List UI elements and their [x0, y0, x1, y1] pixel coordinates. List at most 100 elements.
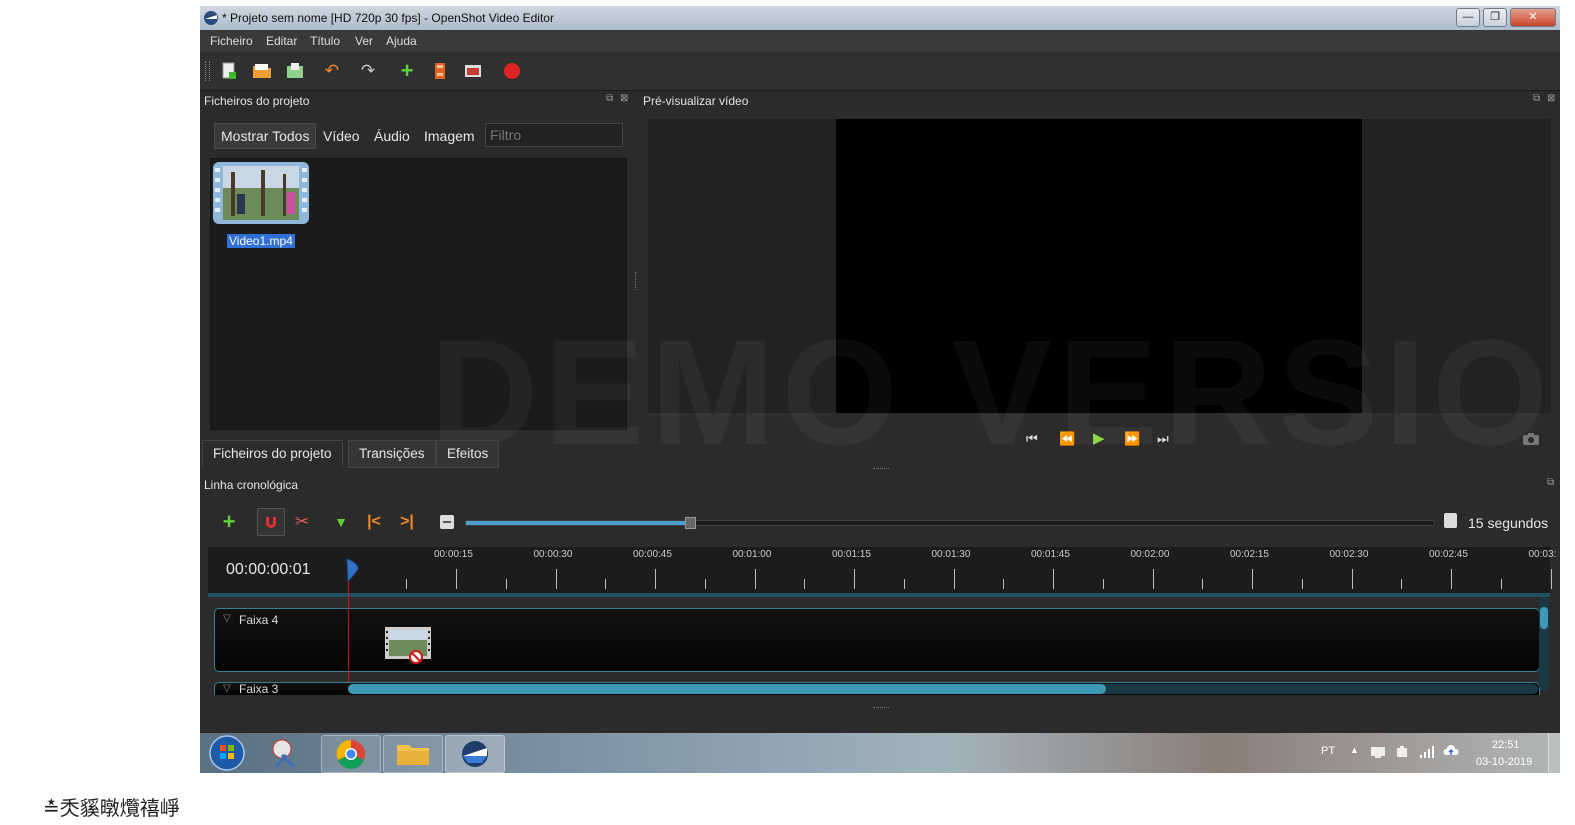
- power-icon[interactable]: [1395, 745, 1409, 759]
- magnet-icon: [266, 517, 276, 528]
- new-project-icon[interactable]: [218, 60, 240, 82]
- tab-project-files[interactable]: Ficheiros do projeto: [202, 440, 343, 468]
- choose-profile-icon[interactable]: [429, 60, 451, 82]
- razor-icon[interactable]: ✂: [291, 511, 313, 533]
- file-thumbnail[interactable]: [213, 162, 309, 224]
- export-video-icon[interactable]: [501, 60, 523, 82]
- dock-resize-handle[interactable]: [873, 468, 889, 471]
- preview-float-icon[interactable]: ⧉: [1533, 93, 1540, 104]
- rewind-icon[interactable]: ⏪: [1059, 431, 1075, 447]
- import-files-icon[interactable]: +: [396, 60, 418, 82]
- track-name: Faixa 4: [239, 613, 279, 627]
- onedrive-cloud-icon[interactable]: [1443, 744, 1459, 758]
- preview-header: Pré-visualizar vídeo: [643, 94, 749, 108]
- menu-ajuda[interactable]: Ajuda: [386, 34, 417, 48]
- start-button[interactable]: [208, 734, 246, 772]
- language-indicator[interactable]: PT: [1321, 745, 1335, 757]
- toolbar-grip[interactable]: [205, 61, 210, 81]
- action-center-icon[interactable]: [1370, 745, 1386, 759]
- ruler-minor-tick: [1202, 579, 1204, 589]
- ruler-major-tick: [555, 569, 557, 589]
- chrome-icon: [336, 739, 365, 769]
- menu-ficheiro[interactable]: Ficheiro: [210, 34, 253, 48]
- explorer-taskbar-button[interactable]: [383, 735, 443, 773]
- add-track-icon[interactable]: +: [218, 511, 240, 533]
- snap-toggle-button[interactable]: [257, 508, 285, 536]
- jump-start-icon[interactable]: ⏮: [1026, 431, 1038, 447]
- ruler-label: 00:00:45: [633, 549, 672, 560]
- play-icon[interactable]: ▶: [1093, 429, 1105, 447]
- zoom-slider-fill: [466, 521, 689, 525]
- timeline-vscrollbar[interactable]: [1539, 597, 1549, 691]
- vscrollbar-thumb[interactable]: [1540, 607, 1548, 629]
- openshot-window: * Projeto sem nome [HD 720p 30 fps] - Op…: [200, 6, 1560, 773]
- ruler-minor-tick: [1401, 579, 1403, 589]
- ruler-bottom-bar: [208, 593, 1550, 597]
- track-collapse-icon[interactable]: ▽: [223, 683, 231, 694]
- ruler-minor-tick: [505, 579, 507, 589]
- jump-end-icon[interactable]: ⏭: [1157, 431, 1169, 447]
- undo-icon[interactable]: ↶: [321, 60, 343, 82]
- zoom-in-icon[interactable]: [1444, 513, 1457, 528]
- ruler-major-tick: [456, 569, 457, 589]
- menu-ver[interactable]: Ver: [355, 34, 373, 48]
- ruler-label: 00:01:45: [1031, 549, 1070, 560]
- zoom-level-label: 15 segundos: [1468, 515, 1549, 531]
- filter-video[interactable]: Vídeo: [323, 128, 360, 144]
- filter-show-all[interactable]: Mostrar Todos: [214, 123, 317, 149]
- tab-effects[interactable]: Efeitos: [436, 440, 500, 468]
- project-files-close-icon[interactable]: ⊠: [620, 93, 628, 104]
- fullscreen-icon[interactable]: [462, 60, 484, 82]
- windows-taskbar: PT ▲ 22:51 03-10-2019: [200, 733, 1561, 773]
- hscrollbar-thumb[interactable]: [348, 684, 1106, 694]
- playhead-handle[interactable]: [346, 557, 360, 583]
- save-project-icon[interactable]: [284, 60, 306, 82]
- show-hidden-icons-icon[interactable]: ▲: [1350, 745, 1359, 755]
- zoom-out-icon[interactable]: [436, 511, 458, 533]
- redo-icon[interactable]: ↷: [357, 60, 379, 82]
- timeline-float-icon[interactable]: ⧉: [1547, 477, 1554, 488]
- zoom-slider-handle[interactable]: [684, 517, 696, 529]
- show-desktop-button[interactable]: [1548, 733, 1561, 773]
- tab-transitions[interactable]: Transições: [348, 440, 436, 468]
- caption-text: ≛秂貕暾爦禧崢: [43, 796, 180, 820]
- menu-bar: Ficheiro Editar Título Ver Ajuda: [200, 30, 1560, 52]
- menu-editar[interactable]: Editar: [266, 34, 297, 48]
- timeline-clip[interactable]: [385, 627, 431, 664]
- close-button[interactable]: ✕: [1510, 8, 1556, 27]
- snipping-tool-icon[interactable]: [262, 735, 312, 771]
- preview-close-icon[interactable]: ⊠: [1547, 93, 1555, 104]
- track-collapse-icon[interactable]: ▽: [223, 613, 231, 624]
- add-marker-icon[interactable]: ▼: [330, 511, 352, 533]
- ruler-minor-tick: [1102, 579, 1104, 589]
- next-marker-icon[interactable]: >|: [396, 511, 418, 533]
- maximize-button[interactable]: ❐: [1483, 8, 1507, 27]
- fast-forward-icon[interactable]: ⏩: [1124, 431, 1140, 447]
- track-faixa-4[interactable]: ▽ Faixa 4: [214, 608, 1540, 672]
- ruler-label: 00:01:15: [832, 549, 871, 560]
- clock-date[interactable]: 03-10-2019: [1476, 756, 1532, 768]
- filter-image[interactable]: Imagem: [424, 128, 475, 144]
- timeline-ruler[interactable]: 00:00:00:01 00:00:15 00:00:30 00:00:45 00:0…: [208, 547, 1556, 597]
- previous-marker-icon[interactable]: |<: [363, 511, 385, 533]
- chrome-taskbar-button[interactable]: [321, 735, 381, 773]
- menu-titulo[interactable]: Título: [310, 34, 340, 48]
- project-files-float-icon[interactable]: ⧉: [606, 93, 613, 104]
- openshot-taskbar-button[interactable]: [445, 735, 505, 773]
- filter-input[interactable]: [485, 123, 623, 147]
- file-name[interactable]: Video1.mp4: [227, 234, 295, 248]
- panel-splitter[interactable]: [635, 272, 638, 290]
- ruler-minor-tick: [1301, 579, 1303, 589]
- ruler-minor-tick: [1003, 579, 1005, 589]
- minimize-button[interactable]: —: [1456, 8, 1480, 27]
- timeline-hscrollbar[interactable]: [348, 684, 1538, 694]
- clock-time[interactable]: 22:51: [1492, 739, 1520, 751]
- filter-audio[interactable]: Áudio: [374, 128, 410, 144]
- camera-icon[interactable]: [1522, 432, 1540, 446]
- ruler-minor-tick: [804, 579, 806, 589]
- network-signal-icon[interactable]: [1419, 745, 1435, 759]
- zoom-slider[interactable]: [465, 517, 1435, 529]
- ruler-marks: 00:00:15 00:00:30 00:00:45 00:01:00 00:01:15…: [208, 547, 1556, 597]
- bottom-resize-handle[interactable]: [873, 707, 889, 710]
- open-project-icon[interactable]: [251, 60, 273, 82]
